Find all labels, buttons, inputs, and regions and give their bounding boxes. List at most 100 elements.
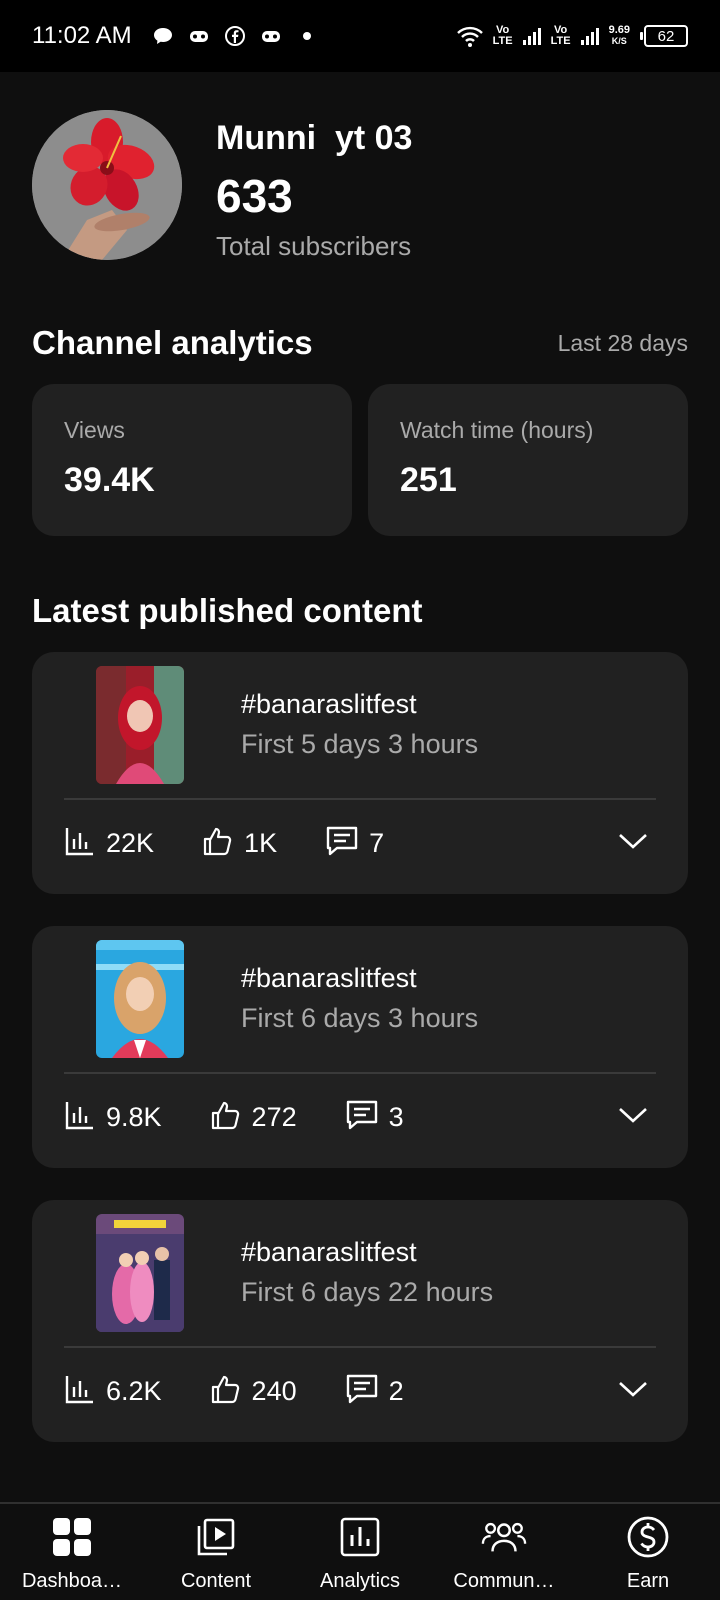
- analytics-period: Last 28 days: [557, 329, 688, 356]
- likes-metric: 1K: [202, 825, 277, 862]
- likes-value: 272: [251, 1101, 297, 1132]
- divider: [64, 1072, 656, 1074]
- video-age: First 5 days 3 hours: [241, 729, 479, 759]
- views-value: 22K: [106, 827, 155, 858]
- avatar[interactable]: [32, 110, 182, 260]
- chevron-down-icon: [617, 831, 649, 856]
- video-thumbnail[interactable]: [96, 940, 184, 1058]
- expand-button[interactable]: [616, 1376, 650, 1406]
- status-time: 11:02 AM: [32, 22, 132, 49]
- stat-value: 251: [400, 461, 457, 499]
- bar-chart-icon: [64, 1099, 96, 1136]
- comments-value: 2: [388, 1375, 404, 1406]
- stat-label: Views: [64, 417, 125, 443]
- divider: [64, 798, 656, 800]
- content-icon: [193, 1514, 239, 1560]
- wifi-icon: [455, 25, 485, 47]
- video-thumbnail[interactable]: [96, 1214, 184, 1332]
- divider: [64, 1346, 656, 1348]
- video-age: First 6 days 22 hours: [241, 1277, 494, 1307]
- comments-metric: 2: [345, 1373, 404, 1410]
- nav-label: Earn: [626, 1570, 670, 1592]
- comments-metric: 3: [345, 1099, 404, 1136]
- likes-metric: 240: [210, 1373, 297, 1410]
- bar-chart-icon: [64, 825, 96, 862]
- latest-title: Latest published content: [32, 592, 423, 629]
- video-age: First 6 days 3 hours: [241, 1003, 479, 1033]
- video-metrics: 6.2K 240 2: [64, 1370, 452, 1412]
- network-label: Vo LTE: [550, 24, 571, 47]
- status-right: Vo LTE Vo LTE 9.69 K/S 62: [455, 25, 688, 47]
- video-title: #banaraslitfest: [241, 963, 417, 993]
- signal-icon: [521, 25, 543, 47]
- stat-value: 39.4K: [64, 461, 155, 499]
- nav-community[interactable]: Commun…: [432, 1504, 576, 1600]
- thumbs-up-icon: [210, 1373, 242, 1410]
- content-card[interactable]: #banaraslitfest First 5 days 3 hours 22K…: [32, 652, 688, 894]
- watch-time-card[interactable]: Watch time (hours) 251: [368, 384, 688, 536]
- nav-label: Content: [180, 1570, 252, 1592]
- nav-content[interactable]: Content: [144, 1504, 288, 1600]
- chevron-down-icon: [617, 1379, 649, 1404]
- status-left: 11:02 AM: [32, 22, 318, 50]
- stat-label: Watch time (hours): [400, 417, 594, 443]
- latest-header: Latest published content: [32, 586, 688, 636]
- comments-value: 3: [388, 1101, 404, 1132]
- dashboard-icon: [49, 1514, 95, 1560]
- speed-value: 9.69: [608, 24, 630, 36]
- analytics-title: Channel analytics: [32, 324, 313, 361]
- signal-icon: [579, 25, 601, 47]
- network-label: Vo LTE: [492, 24, 513, 47]
- game-icon: [188, 25, 210, 47]
- nav-earn[interactable]: Earn: [576, 1504, 720, 1600]
- nav-label: Analytics: [319, 1570, 401, 1592]
- thumbs-up-icon: [202, 825, 234, 862]
- nav-label: Dashboa…: [21, 1570, 123, 1592]
- subscriber-count: 633: [216, 170, 293, 222]
- expand-button[interactable]: [616, 828, 650, 858]
- likes-value: 1K: [244, 827, 278, 858]
- battery-icon: 62: [640, 25, 688, 47]
- likes-metric: 272: [210, 1099, 297, 1136]
- earn-icon: [625, 1514, 671, 1560]
- message-icon: [152, 25, 174, 47]
- views-metric: 6.2K: [64, 1373, 162, 1410]
- subscriber-label: Total subscribers: [216, 231, 412, 261]
- comment-icon: [345, 1373, 379, 1410]
- network-speed: 9.69 K/S: [609, 25, 630, 47]
- nav-analytics[interactable]: Analytics: [288, 1504, 432, 1600]
- content-card[interactable]: #banaraslitfest First 6 days 3 hours 9.8…: [32, 926, 688, 1168]
- views-card[interactable]: Views 39.4K: [32, 384, 352, 536]
- comments-metric: 7: [325, 825, 384, 862]
- speed-unit: K/S: [611, 36, 627, 46]
- channel-header: Munni yt 03 633 Total subscribers: [32, 110, 688, 262]
- likes-value: 240: [251, 1375, 297, 1406]
- thumbs-up-icon: [210, 1099, 242, 1136]
- views-metric: 22K: [64, 825, 154, 862]
- channel-info: Munni yt 03 633 Total subscribers: [216, 110, 412, 262]
- status-bar: 11:02 AM Vo LTE Vo LTE 9.69 K/S 62: [0, 0, 720, 72]
- comment-icon: [345, 1099, 379, 1136]
- dot-icon: [296, 25, 318, 47]
- game-icon: [260, 25, 282, 47]
- expand-button[interactable]: [616, 1102, 650, 1132]
- comments-value: 7: [369, 827, 385, 858]
- content-card[interactable]: #banaraslitfest First 6 days 22 hours 6.…: [32, 1200, 688, 1442]
- community-icon: [481, 1514, 527, 1560]
- battery-level: 62: [657, 27, 675, 45]
- bottom-nav: Dashboa… Content Analytics Commun… Earn: [0, 1502, 720, 1600]
- video-thumbnail[interactable]: [96, 666, 184, 784]
- video-title: #banaraslitfest: [241, 689, 417, 719]
- views-value: 9.8K: [106, 1101, 162, 1132]
- views-value: 6.2K: [106, 1375, 162, 1406]
- nav-label: Commun…: [453, 1570, 555, 1592]
- video-metrics: 22K 1K 7: [64, 822, 432, 864]
- comment-icon: [325, 825, 359, 862]
- analytics-icon: [337, 1514, 383, 1560]
- bar-chart-icon: [64, 1373, 96, 1410]
- nav-dashboard[interactable]: Dashboa…: [0, 1504, 144, 1600]
- facebook-icon: [224, 25, 246, 47]
- video-metrics: 9.8K 272 3: [64, 1096, 452, 1138]
- views-metric: 9.8K: [64, 1099, 162, 1136]
- channel-name: Munni yt 03: [216, 119, 413, 157]
